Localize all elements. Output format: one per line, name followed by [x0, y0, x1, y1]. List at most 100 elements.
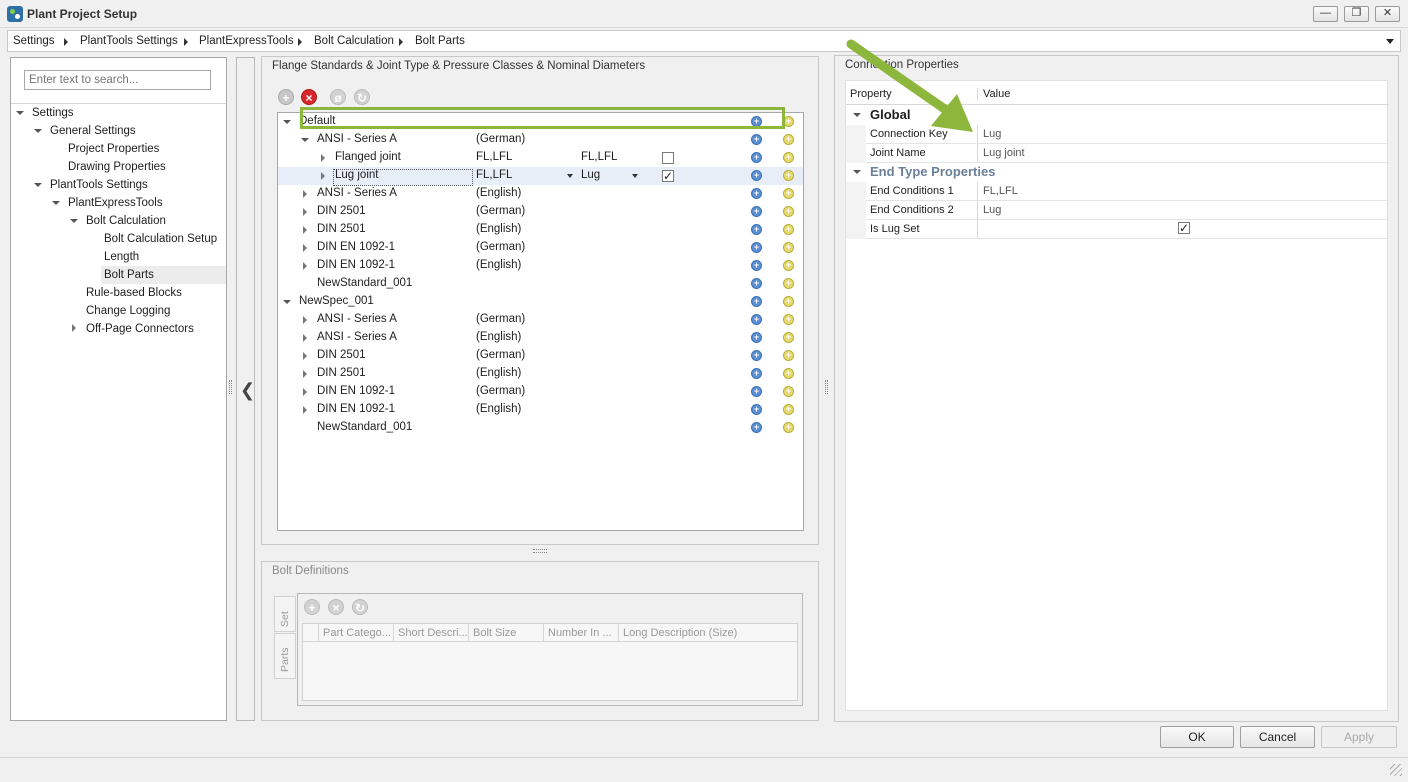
value-column-header[interactable]: Value — [983, 88, 1010, 100]
tree-row[interactable]: DIN 2501 (German) + + — [278, 347, 803, 365]
breadcrumb-item-bolt-parts[interactable]: Bolt Parts — [415, 35, 465, 47]
expand-icon[interactable] — [303, 334, 307, 342]
property-value[interactable]: Lug — [983, 201, 1001, 219]
delete-icon[interactable]: × — [301, 89, 317, 105]
add-child-icon[interactable]: + — [751, 296, 762, 307]
add-sibling-icon[interactable]: + — [783, 404, 794, 415]
column-header[interactable]: Long Description (Size) — [619, 624, 797, 642]
tree-row[interactable]: DIN EN 1092-1 (English) + + — [278, 401, 803, 419]
add-sibling-icon[interactable]: + — [783, 242, 794, 253]
breadcrumb-item-plantexpresstools[interactable]: PlantExpressTools — [199, 35, 294, 47]
add-child-icon[interactable]: + — [751, 350, 762, 361]
breadcrumb-dropdown-icon[interactable] — [1386, 39, 1394, 44]
tree-item-settings[interactable]: Settings — [32, 104, 74, 122]
apply-button[interactable]: Apply — [1321, 726, 1397, 748]
add-sibling-icon[interactable]: + — [783, 224, 794, 235]
delete-icon[interactable]: × — [328, 599, 344, 615]
expand-icon[interactable] — [34, 183, 42, 187]
expand-icon[interactable] — [303, 352, 307, 360]
expand-icon[interactable] — [70, 219, 78, 223]
add-child-icon[interactable]: + — [751, 116, 762, 127]
column-header[interactable]: Part Catego... — [319, 624, 394, 642]
add-sibling-icon[interactable]: + — [783, 170, 794, 181]
collapse-panel-button[interactable]: ❮ — [236, 57, 255, 721]
expand-icon[interactable] — [303, 370, 307, 378]
expand-icon[interactable] — [301, 138, 309, 142]
tree-row[interactable]: ANSI - Series A (English) + + — [278, 329, 803, 347]
add-sibling-icon[interactable]: + — [783, 368, 794, 379]
tree-item-length[interactable]: Length — [104, 248, 139, 266]
tree-item-drawing-properties[interactable]: Drawing Properties — [68, 158, 166, 176]
add-child-icon[interactable]: + — [751, 368, 762, 379]
tree-row[interactable]: NewStandard_001 + + — [278, 419, 803, 437]
tree-item-planttools-settings[interactable]: PlantTools Settings — [50, 176, 148, 194]
tree-row[interactable]: NewStandard_001 + + — [278, 275, 803, 293]
chevron-down-icon[interactable] — [632, 174, 638, 178]
add-sibling-icon[interactable]: + — [783, 278, 794, 289]
tree-row[interactable]: Default + + — [278, 113, 803, 131]
add-child-icon[interactable]: + — [751, 278, 762, 289]
column-header[interactable]: Bolt Size — [469, 624, 544, 642]
lug-set-checkbox[interactable]: ✓ — [662, 170, 674, 182]
add-child-icon[interactable]: + — [751, 332, 762, 343]
splitter-handle[interactable] — [825, 380, 828, 394]
property-value[interactable]: Lug — [983, 125, 1001, 143]
tree-row[interactable]: ANSI - Series A (German) + + — [278, 311, 803, 329]
tree-row[interactable]: ANSI - Series A (German) + + — [278, 131, 803, 149]
add-child-icon[interactable]: + — [751, 260, 762, 271]
end-condition-1[interactable]: FL,LFL — [476, 169, 512, 181]
property-row[interactable]: Joint Name Lug joint — [846, 144, 1389, 163]
add-child-icon[interactable]: + — [751, 404, 762, 415]
expand-icon[interactable] — [321, 154, 325, 162]
tree-item-bolt-calculation[interactable]: Bolt Calculation — [86, 212, 166, 230]
collapse-icon[interactable] — [853, 170, 861, 174]
splitter-handle[interactable] — [533, 549, 547, 553]
expand-icon[interactable] — [303, 226, 307, 234]
tree-item-project-properties[interactable]: Project Properties — [68, 140, 159, 158]
expand-icon[interactable] — [16, 111, 24, 115]
property-row[interactable]: Is Lug Set ✓ — [846, 220, 1389, 239]
expand-icon[interactable] — [283, 300, 291, 304]
property-value[interactable]: FL,LFL — [983, 182, 1018, 200]
add-sibling-icon[interactable]: + — [783, 386, 794, 397]
breadcrumb-item-planttools-settings[interactable]: PlantTools Settings — [80, 35, 178, 47]
add-sibling-icon[interactable]: + — [783, 422, 794, 433]
tree-item-bolt-calculation-setup[interactable]: Bolt Calculation Setup — [104, 230, 217, 248]
property-value[interactable]: Lug joint — [983, 144, 1025, 162]
expand-icon[interactable] — [303, 316, 307, 324]
add-sibling-icon[interactable]: + — [783, 296, 794, 307]
add-child-icon[interactable]: + — [751, 314, 762, 325]
tree-item-rule-based-blocks[interactable]: Rule-based Blocks — [86, 284, 182, 302]
add-sibling-icon[interactable]: + — [783, 350, 794, 361]
expand-icon[interactable] — [303, 244, 307, 252]
add-sibling-icon[interactable]: + — [783, 332, 794, 343]
add-sibling-icon[interactable]: + — [783, 314, 794, 325]
end-condition-1[interactable]: FL,LFL — [476, 151, 512, 163]
add-sibling-icon[interactable]: + — [783, 116, 794, 127]
expand-icon[interactable] — [283, 120, 291, 124]
tree-row-selected[interactable]: Lug joint FL,LFL Lug ✓ + + — [278, 167, 803, 186]
close-button[interactable]: ✕ — [1375, 6, 1400, 22]
maximize-button[interactable]: ❐ — [1344, 6, 1369, 22]
add-child-icon[interactable]: + — [751, 152, 762, 163]
add-sibling-icon[interactable]: + — [783, 134, 794, 145]
cancel-button[interactable]: Cancel — [1240, 726, 1315, 748]
add-child-icon[interactable]: + — [751, 134, 762, 145]
add-child-icon[interactable]: + — [751, 170, 762, 181]
tree-row[interactable]: DIN 2501 (English) + + — [278, 365, 803, 383]
ok-button[interactable]: OK — [1160, 726, 1234, 748]
tree-row[interactable]: DIN EN 1092-1 (German) + + — [278, 239, 803, 257]
expand-icon[interactable] — [303, 388, 307, 396]
tree-row[interactable]: DIN 2501 (German) + + — [278, 203, 803, 221]
minimize-button[interactable]: — — [1313, 6, 1338, 22]
add-sibling-icon[interactable]: + — [783, 260, 794, 271]
tree-row[interactable]: Flanged joint FL,LFL FL,LFL + + — [278, 149, 803, 167]
column-header[interactable]: Short Descri... — [394, 624, 469, 642]
end-condition-2[interactable]: Lug — [581, 169, 600, 181]
chevron-down-icon[interactable] — [567, 174, 573, 178]
expand-icon[interactable] — [303, 208, 307, 216]
tab-set[interactable]: Set — [274, 596, 296, 632]
refresh-icon[interactable]: ↻ — [352, 599, 368, 615]
tree-row[interactable]: DIN 2501 (English) + + — [278, 221, 803, 239]
expand-icon[interactable] — [303, 190, 307, 198]
